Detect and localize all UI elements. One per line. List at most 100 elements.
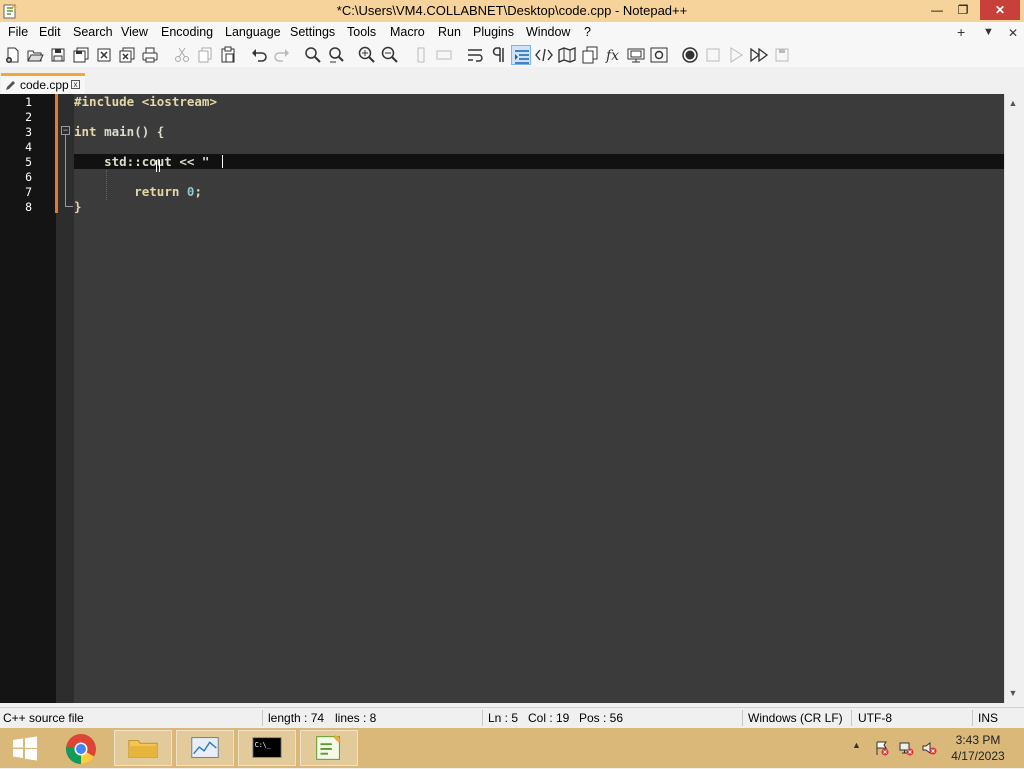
zoom-out-icon[interactable] (380, 45, 400, 65)
status-divider (972, 710, 973, 726)
tab-close-icon[interactable]: x (71, 80, 80, 89)
menu-bar: File Edit Search View Encoding Language … (0, 22, 1024, 43)
replace-icon[interactable] (326, 45, 346, 65)
code-line: return 0; (74, 184, 202, 199)
action-center-flag-icon[interactable] (874, 740, 890, 756)
command-prompt-taskbar-button[interactable]: C:\_ (238, 730, 296, 766)
menu-settings[interactable]: Settings (290, 25, 335, 39)
line-number: 8 (25, 200, 32, 214)
svg-text:fx: fx (605, 48, 619, 64)
network-icon[interactable] (898, 740, 914, 756)
tab-code-cpp[interactable]: code.cpp x (1, 73, 85, 94)
code-text: ; (194, 184, 202, 199)
current-line-highlight (74, 154, 1004, 169)
start-button[interactable] (2, 730, 48, 766)
line-number: 4 (25, 140, 32, 154)
save-macro-icon[interactable] (772, 45, 792, 65)
close-all-icon[interactable] (117, 45, 137, 65)
find-icon[interactable] (303, 45, 323, 65)
eol-format[interactable]: Windows (CR LF) (748, 711, 843, 725)
line-number: 2 (25, 110, 32, 124)
sync-horizontal-icon[interactable] (434, 45, 454, 65)
show-hidden-icons-icon[interactable]: ▲ (852, 740, 861, 750)
fold-collapse-icon[interactable]: − (61, 126, 70, 135)
window-title: *C:\Users\VM4.COLLABNET\Desktop\code.cpp… (336, 3, 688, 18)
document-length: length : 74 (268, 711, 325, 725)
open-file-icon[interactable] (25, 45, 45, 65)
function-list-icon[interactable]: fx (603, 45, 623, 65)
menu-view[interactable]: View (121, 25, 148, 39)
monitoring-icon[interactable] (649, 45, 669, 65)
task-manager-taskbar-button[interactable] (176, 730, 234, 766)
cursor-column: Col : 19 (528, 711, 570, 725)
scroll-down-arrow-icon[interactable]: ▼ (1008, 688, 1018, 698)
xml-tag-icon[interactable] (534, 45, 554, 65)
add-view-button[interactable]: + (957, 24, 965, 40)
sync-vertical-icon[interactable] (411, 45, 431, 65)
play-macro-icon[interactable] (726, 45, 746, 65)
menu-macro[interactable]: Macro (390, 25, 425, 39)
file-type: C++ source file (3, 711, 84, 725)
insert-mode[interactable]: INS (978, 711, 998, 725)
menu-search[interactable]: Search (73, 25, 113, 39)
menu-plugins[interactable]: Plugins (473, 25, 514, 39)
chrome-taskbar-button[interactable] (52, 730, 110, 766)
menu-help[interactable]: ? (584, 25, 591, 39)
document-map-icon[interactable] (557, 45, 577, 65)
menu-language[interactable]: Language (225, 25, 281, 39)
code-text: main() { (96, 124, 165, 139)
file-explorer-taskbar-button[interactable] (114, 730, 172, 766)
undo-icon[interactable] (249, 45, 269, 65)
stop-recording-icon[interactable] (703, 45, 723, 65)
close-document-button[interactable]: ✕ (1008, 26, 1018, 40)
notepad-plus-plus-taskbar-button[interactable] (300, 730, 358, 766)
view-dropdown-button[interactable]: ▼ (983, 26, 994, 38)
status-divider (262, 710, 263, 726)
word-wrap-icon[interactable] (465, 45, 485, 65)
document-list-icon[interactable] (580, 45, 600, 65)
keyword: int (74, 124, 97, 139)
cut-icon[interactable] (172, 45, 192, 65)
scroll-up-arrow-icon[interactable]: ▲ (1008, 98, 1018, 108)
toolbar: fx (0, 43, 1024, 67)
line-number: 1 (25, 95, 32, 109)
menu-window[interactable]: Window (526, 25, 570, 39)
menu-edit[interactable]: Edit (39, 25, 61, 39)
record-macro-icon[interactable] (680, 45, 700, 65)
print-icon[interactable] (140, 45, 160, 65)
close-window-button[interactable]: ✕ (980, 0, 1020, 20)
run-macro-multiple-icon[interactable] (749, 45, 769, 65)
save-all-icon[interactable] (71, 45, 91, 65)
copy-icon[interactable] (195, 45, 215, 65)
menu-encoding[interactable]: Encoding (161, 25, 213, 39)
volume-icon[interactable] (921, 740, 937, 756)
close-icon[interactable] (94, 45, 114, 65)
redo-icon[interactable] (272, 45, 292, 65)
menu-file[interactable]: File (8, 25, 28, 39)
menu-run[interactable]: Run (438, 25, 461, 39)
restore-button[interactable]: ❐ (950, 0, 976, 20)
code-line: int main() { (74, 124, 164, 139)
save-icon[interactable] (48, 45, 68, 65)
code-text: #include <iostream> (74, 94, 217, 109)
paste-icon[interactable] (218, 45, 238, 65)
change-history-bar (55, 94, 58, 213)
clock[interactable]: 3:43 PM 4/17/2023 (948, 732, 1008, 764)
zoom-in-icon[interactable] (357, 45, 377, 65)
code-editor[interactable]: 1 2 3 4 5 6 7 8 − #include <iostream> in… (0, 94, 1004, 703)
indent-guide-icon[interactable] (511, 45, 531, 65)
line-number-gutter: 1 2 3 4 5 6 7 8 (0, 94, 56, 703)
line-number: 3 (25, 125, 32, 139)
menu-tools[interactable]: Tools (347, 25, 376, 39)
pencil-icon (6, 81, 15, 90)
line-count: lines : 8 (335, 711, 377, 725)
task-manager-icon (191, 737, 219, 758)
show-all-characters-icon[interactable] (488, 45, 508, 65)
vertical-scrollbar[interactable]: ▲ ▼ (1004, 94, 1021, 703)
new-file-icon[interactable] (3, 45, 23, 65)
minimize-button[interactable]: — (924, 0, 950, 20)
windows-logo-icon (13, 736, 37, 761)
file-encoding[interactable]: UTF-8 (858, 711, 892, 725)
folder-as-workspace-icon[interactable] (626, 45, 646, 65)
